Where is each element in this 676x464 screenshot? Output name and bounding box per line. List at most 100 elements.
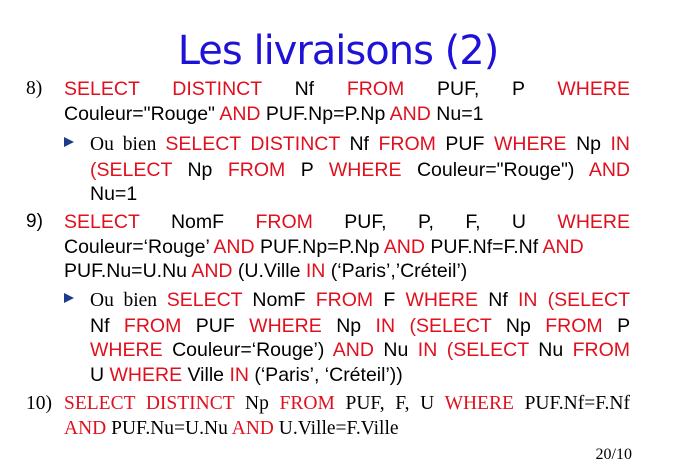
sql-keyword: AND [588, 158, 630, 181]
sql-keyword: (SELECT [90, 158, 172, 181]
sql-text: PUF, [344, 211, 387, 233]
sql-text: PUF, [436, 78, 480, 100]
sql-text: PUF.Np=P.Np [260, 102, 390, 125]
sql-keyword: IN [417, 339, 438, 361]
sql-keyword: DISTINCT [172, 78, 262, 100]
sql-text: Nf [339, 133, 379, 155]
alt-prefix: Ou bien [90, 134, 166, 155]
sql-keyword: WHERE [109, 363, 183, 386]
item-number-8: 8) [26, 78, 43, 99]
sql-keyword: WHERE [328, 158, 402, 181]
query-9-line-1: SELECT NomF FROM PUF, P, F, U WHERE [64, 210, 630, 235]
query-9-alt-line-2: Nf FROM PUF WHERE Np IN (SELECT Np FROM … [90, 314, 630, 339]
sql-keyword: (SELECT [446, 339, 529, 361]
sql-keyword: FROM [315, 289, 374, 311]
query-10-line-2: AND PUF.Nu=U.Nu AND U.Ville=F.Ville [64, 417, 630, 442]
sql-keyword: WHERE [405, 289, 479, 311]
bullet-icon [64, 293, 74, 303]
query-9-line-2: Couleur=‘Rouge’ AND PUF.Np=P.Np AND PUF.… [64, 235, 630, 260]
sql-text: PUF.Nu=U.Nu [64, 260, 192, 282]
sql-text: Couleur="Rouge" [64, 102, 220, 125]
slide-title: Les livraisons (2) [177, 28, 500, 74]
query-8-line-2: Couleur="Rouge" AND PUF.Np=P.Np AND Nu=1 [64, 102, 630, 127]
sql-keyword: IN [229, 363, 249, 386]
query-10: SELECT DISTINCT Np FROM PUF, F, U WHERE … [64, 392, 630, 441]
sql-keyword: AND [213, 235, 255, 258]
sql-text: Np [234, 393, 280, 414]
sql-text: Nf [294, 78, 315, 100]
query-9-alt-line-3: WHERE Couleur=‘Rouge’) AND Nu IN (SELECT… [90, 338, 630, 363]
sql-text: F [373, 289, 406, 311]
sql-keyword: AND [231, 417, 274, 439]
sql-text: Ville [182, 363, 230, 386]
sql-text: NomF [242, 289, 316, 311]
sql-keyword: SELECT DISTINCT [64, 393, 235, 414]
sql-text: F, [465, 211, 481, 233]
query-9-alt-line-1: Ou bien SELECT NomF FROM F WHERE Nf IN (… [90, 288, 630, 314]
sql-keyword: SELECT [166, 289, 243, 311]
query-8-line-1: SELECT DISTINCT Nf FROM PUF, P WHERE [64, 77, 630, 102]
sql-text: P [617, 314, 631, 337]
query-10-line-1: SELECT DISTINCT Np FROM PUF, F, U WHERE … [64, 392, 630, 417]
sql-keyword: AND [389, 102, 431, 125]
bullet-icon [64, 137, 74, 147]
sql-keyword: FROM [572, 339, 631, 361]
sql-keyword: FROM [346, 78, 405, 100]
sql-keyword: IN [305, 260, 326, 282]
sql-keyword: AND [64, 417, 107, 439]
sql-keyword: IN [375, 314, 396, 337]
sql-keyword: WHERE [493, 133, 567, 155]
sql-keyword: WHERE [557, 211, 631, 233]
sql-keyword: WHERE [557, 78, 630, 100]
sql-keyword: WHERE [90, 339, 163, 361]
sql-keyword: SELECT DISTINCT [165, 133, 340, 155]
sql-keyword: WHERE [444, 393, 514, 414]
sql-text: Nu [383, 339, 409, 361]
sql-text: Nf [478, 289, 518, 311]
sql-text: Nf [90, 314, 110, 337]
sql-text: Couleur="Rouge") [416, 158, 575, 181]
sql-text: Np [505, 314, 531, 337]
query-8: SELECT DISTINCT Nf FROM PUF, P WHERE Cou… [64, 77, 630, 126]
sql-text: PUF, F, U [334, 393, 445, 414]
query-9-alternative: Ou bien SELECT NomF FROM F WHERE Nf IN (… [90, 288, 630, 387]
sql-keyword: SELECT [64, 78, 140, 100]
sql-keyword: FROM [545, 314, 603, 337]
sql-text: Nu=1 [430, 102, 484, 125]
sql-keyword: WHERE [249, 314, 322, 337]
sql-keyword: FROM [279, 393, 335, 414]
sql-text: PUF.Nu=U.Nu [106, 417, 232, 439]
sql-text: Couleur=‘Rouge’ [64, 235, 214, 258]
sql-text: P, [417, 211, 434, 233]
sql-text: Couleur=‘Rouge’) [172, 339, 325, 361]
sql-keyword: FROM [227, 158, 286, 181]
sql-text: (‘Paris’,’Créteil’) [325, 260, 468, 282]
query-8-alternative: Ou bien SELECT DISTINCT Nf FROM PUF WHER… [90, 132, 630, 207]
query-8-alt-line-1: Ou bien SELECT DISTINCT Nf FROM PUF WHER… [90, 132, 630, 158]
sql-text: U [90, 363, 110, 386]
item-number-10: 10) [26, 393, 52, 414]
sql-text: PUF.Np=P.Np [254, 235, 384, 258]
sql-keyword: AND [383, 235, 425, 258]
sql-text: P [512, 78, 525, 100]
query-9-line-3: PUF.Nu=U.Nu AND (U.Ville IN (‘Paris’,’Cr… [64, 259, 630, 284]
sql-text: Np [336, 314, 362, 337]
sql-text: Np [187, 158, 213, 181]
page-number: 20/10 [595, 446, 632, 463]
query-8-alt-line-2: (SELECT Np FROM P WHERE Couleur="Rouge")… [90, 158, 630, 183]
sql-keyword: FROM [255, 211, 313, 233]
sql-keyword: AND [542, 235, 584, 258]
sql-text: Np [566, 133, 611, 155]
sql-text: U [511, 211, 526, 233]
sql-keyword: (SELECT [409, 314, 492, 337]
sql-keyword: AND [332, 339, 374, 361]
sql-keyword: FROM [378, 133, 436, 155]
sql-text: PUF [435, 133, 494, 155]
query-9: SELECT NomF FROM PUF, P, F, U WHERE Coul… [64, 210, 630, 284]
sql-text: PUF [195, 314, 235, 337]
sql-text: U.Ville=F.Ville [273, 417, 399, 439]
sql-text: P [300, 158, 314, 181]
sql-text: PUF.Nf=F.Nf [424, 235, 543, 258]
sql-keyword: IN [517, 289, 538, 311]
sql-keyword: SELECT [64, 211, 140, 233]
